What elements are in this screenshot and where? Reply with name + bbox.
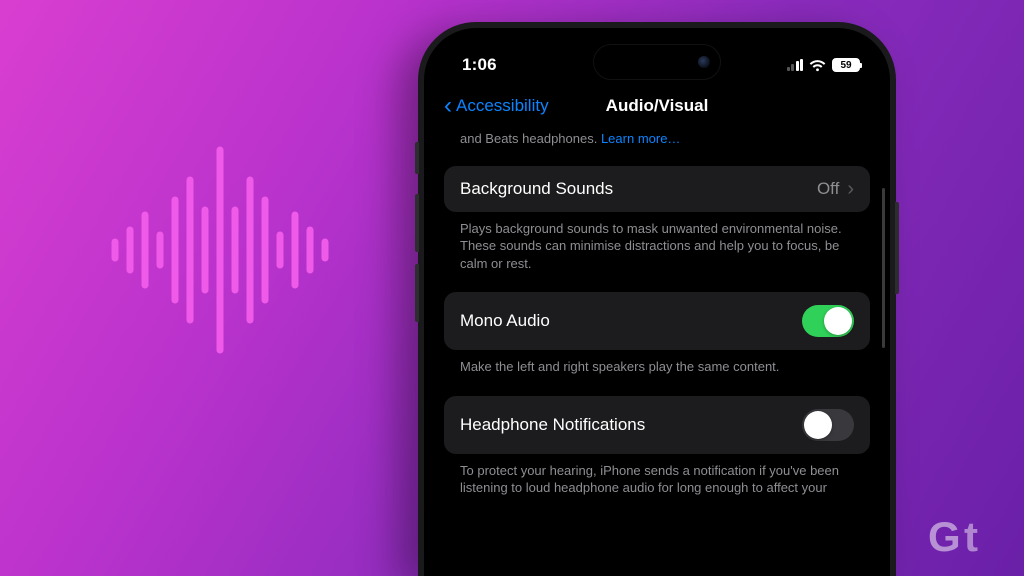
background-sounds-row[interactable]: Background Sounds Off › [444,166,870,212]
chevron-right-icon: › [847,179,854,199]
headphone-notifications-row: Headphone Notifications [444,396,870,454]
headphone-notifications-toggle[interactable] [802,409,854,441]
mono-audio-toggle[interactable] [802,305,854,337]
battery-percent: 59 [834,60,858,71]
row-label: Background Sounds [460,179,613,199]
cellular-signal-icon [787,59,804,71]
page-title: Audio/Visual [606,96,709,116]
svg-text:G: G [928,513,961,560]
dynamic-island [593,44,721,80]
scroll-indicator[interactable] [882,188,885,348]
watermark-logo: G t [928,511,1008,566]
back-button[interactable]: Accessibility [456,96,549,116]
learn-more-link[interactable]: Learn more… [601,131,680,146]
mono-audio-footer: Make the left and right speakers play th… [444,350,870,396]
mono-audio-row: Mono Audio [444,292,870,350]
intro-footer-text: and Beats headphones. Learn more… [444,130,870,166]
navigation-bar: ‹ Accessibility Audio/Visual [444,84,870,130]
background-sounds-footer: Plays background sounds to mask unwanted… [444,212,870,293]
iphone-device-frame: 1:06 59 ‹ Accessibility Audio/Visual and… [418,22,896,576]
headphone-notifications-footer: To protect your hearing, iPhone sends a … [444,454,870,517]
audio-waveform-graphic [95,120,355,380]
svg-text:t: t [964,513,978,560]
status-time: 1:06 [462,55,497,75]
settings-content: and Beats headphones. Learn more… Backgr… [444,130,870,517]
row-label: Headphone Notifications [460,415,645,435]
row-label: Mono Audio [460,311,550,331]
wifi-icon [809,59,826,72]
row-value: Off [817,179,839,199]
back-chevron-icon[interactable]: ‹ [444,94,452,118]
battery-icon: 59 [832,58,860,72]
